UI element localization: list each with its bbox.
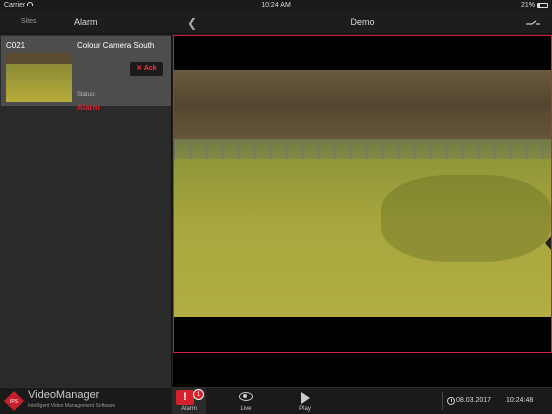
- ack-button[interactable]: ✕ Ack: [130, 62, 163, 76]
- thumbnail-field: [6, 63, 72, 102]
- alarm-list: C021 Colour Camera South Status: Alarm ✕…: [0, 35, 172, 387]
- close-icon: ✕: [136, 65, 144, 72]
- video-stream[interactable]: [174, 70, 551, 317]
- camera-name: Colour Camera South: [77, 41, 155, 50]
- video-title: Demo: [350, 17, 375, 27]
- side-panel-tab[interactable]: [545, 236, 551, 250]
- tab-play[interactable]: Play: [288, 388, 322, 414]
- video-player[interactable]: [173, 35, 552, 353]
- alarm-list-header: Sites Alarm: [0, 12, 172, 34]
- status-time: 10:24 AM: [261, 2, 291, 9]
- app-screen: Carrier 10:24 AM 21% Sites Alarm C021 Co…: [0, 0, 552, 414]
- ips-logo-icon: IPS: [4, 391, 24, 411]
- tab-label: Alarm: [181, 406, 197, 412]
- alarm-list-item[interactable]: C021 Colour Camera South Status: Alarm ✕…: [1, 36, 171, 112]
- status-value: Alarm: [77, 103, 100, 112]
- video-field: [174, 158, 551, 317]
- ack-label: Ack: [143, 65, 157, 72]
- status-label: Status:: [77, 92, 96, 98]
- play-icon: [301, 392, 310, 404]
- toggle-switch-icon[interactable]: [526, 20, 540, 26]
- date-value: 08.03.2017: [456, 397, 492, 404]
- date-picker[interactable]: 08.03.2017: [442, 392, 499, 410]
- tab-label: Live: [240, 406, 252, 412]
- alarm-icon: !: [176, 390, 194, 405]
- tab-live[interactable]: Live: [229, 388, 263, 414]
- alarm-count-badge: 1: [193, 389, 204, 400]
- camera-thumbnail: [6, 53, 72, 102]
- sites-button[interactable]: Sites: [21, 18, 37, 25]
- brand-subtitle: Intelligent Video Management Software: [28, 403, 116, 409]
- battery-indicator: 21%: [521, 2, 548, 9]
- alarm-list-title: Alarm: [74, 17, 98, 27]
- video-header: ❮ Demo: [173, 12, 552, 34]
- clock-icon: [447, 397, 455, 405]
- brand-name: VideoManager: [28, 389, 100, 401]
- thumbnail-background: [6, 53, 72, 64]
- battery-icon: [537, 3, 548, 8]
- tab-label: Play: [299, 406, 311, 412]
- bottom-toolbar: IPS VideoManager Intelligent Video Manag…: [0, 387, 552, 414]
- eye-icon: [239, 392, 253, 401]
- video-empty-area: [173, 353, 552, 387]
- time-value[interactable]: 10:24:48: [506, 397, 533, 404]
- battery-label: 21%: [520, 2, 535, 9]
- camera-code: C021: [6, 41, 26, 50]
- status-bar: Carrier 10:24 AM 21%: [0, 0, 552, 12]
- svg-text:IPS: IPS: [10, 399, 19, 405]
- tab-alarm[interactable]: ! 1 Alarm: [172, 388, 206, 414]
